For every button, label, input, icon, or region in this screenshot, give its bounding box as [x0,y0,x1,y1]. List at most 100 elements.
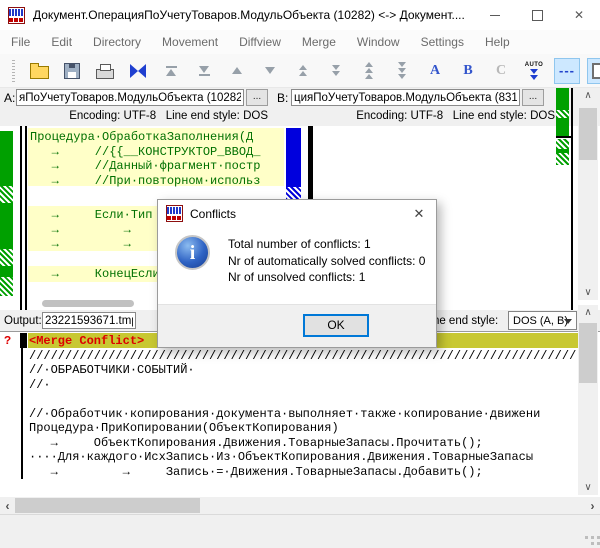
dialog-close-button[interactable]: ✕ [402,200,436,227]
menu-bar: File Edit Directory Movement Diffview Me… [0,30,600,54]
next-conflict-button[interactable] [323,58,349,84]
file-selector-row: A: ... B: ... [0,88,600,108]
scroll-left-arrow-icon[interactable]: ‹ [0,497,15,514]
menu-file[interactable]: File [11,35,30,49]
menu-edit[interactable]: Edit [51,35,72,49]
open-button[interactable] [26,58,52,84]
line-end-style-value: DOS (A, B) [513,315,568,327]
show-whitespace-characters-toggle[interactable]: --- [554,58,580,84]
scroll-right-arrow-icon[interactable]: › [585,497,600,514]
merge-line: ····Для·каждого·ИсхЗапись·Из·ОбъектКопир… [29,450,576,464]
pane-a-line: → //{{__КОНСТРУКТОР_ВВОД_ [30,145,283,159]
last-delta-icon [199,66,210,76]
prev-delta-icon [232,67,242,74]
printer-icon [96,69,114,79]
merge-line: //·Обработчик·копирования·документа·выпо… [29,407,576,421]
dialog-title-bar: Conflicts ✕ [158,200,436,227]
scroll-up-arrow-icon[interactable]: ∧ [578,88,598,103]
pane-a-border-line [20,126,22,310]
goto-first-delta-button[interactable] [158,58,184,84]
next-unsolved-conflict-icon [398,62,406,79]
next-conflict-icon [332,65,340,76]
dialog-footer: OK [158,304,436,347]
prev-delta-button[interactable] [224,58,250,84]
auto-solve-icon: AUTO [525,62,544,80]
merge-line: → → Запись·=·Движения.ТоварныеЗапасы.Доб… [29,465,576,479]
dialog-message: Total number of conflicts: 1 Nr of autom… [228,236,425,286]
next-delta-icon [265,67,275,74]
select-b-button[interactable]: B [455,58,481,84]
close-button[interactable]: ✕ [558,1,600,30]
merge-output-pane: ? <Merge Conflict> /////////////////////… [0,331,600,498]
output-filename-input[interactable] [42,312,136,329]
auto-solve-button[interactable]: AUTO [521,58,547,84]
print-button[interactable] [92,58,118,84]
merge-vertical-scrollbar[interactable]: ∧ ∨ [578,305,598,495]
conflicts-dialog: Conflicts ✕ i Total number of conflicts:… [157,199,437,348]
prev-conflict-button[interactable] [290,58,316,84]
merge-scroll-up-arrow-icon[interactable]: ∧ [578,305,598,320]
goto-current-delta-button[interactable] [125,58,151,84]
whitespace-dots-icon: --- [559,66,575,76]
merge-hscrollbar-thumb[interactable] [15,498,200,513]
kdiff3-app-icon [8,7,25,24]
menu-movement[interactable]: Movement [162,35,218,49]
merge-line: //·ОБРАБОТЧИКИ·СОБЫТИЙ· [29,363,576,377]
save-button[interactable] [59,58,85,84]
merge-line: //· [29,378,576,392]
next-unsolved-conflict-button[interactable] [389,58,415,84]
dialog-line-solved: Nr of automatically solved conflicts: 0 [228,253,425,270]
white-square-icon [592,63,600,79]
dialog-line-unsolved: Nr of unsolved conflicts: 1 [228,269,425,286]
pane-a-line: → //При·повторном·использ [30,174,283,188]
file-b-input[interactable] [291,89,520,106]
maximize-icon [532,10,543,21]
menu-directory[interactable]: Directory [93,35,141,49]
kdiff3-dialog-icon [166,205,183,222]
file-a-browse-button[interactable]: ... [246,89,268,106]
title-bar: Документ.ОперацияПоУчетуТоваров.МодульОб… [0,0,600,30]
info-icon: i [175,235,210,270]
menu-settings[interactable]: Settings [421,35,464,49]
prev-unsolved-conflict-button[interactable] [356,58,382,84]
dropdown-caret-icon [564,319,572,324]
file-b-browse-button[interactable]: ... [522,89,544,106]
kdiff3-window: Документ.ОперацияПоУчетуТоваров.МодульОб… [0,0,600,548]
menu-help[interactable]: Help [485,35,510,49]
prev-unsolved-conflict-icon [365,62,373,79]
select-a-button[interactable]: A [422,58,448,84]
first-delta-icon [166,66,177,76]
open-folder-icon [30,66,49,79]
diff-horizontal-scrollbar-thumb[interactable] [42,300,134,307]
dialog-line-total: Total number of conflicts: 1 [228,236,425,253]
select-c-icon: C [496,63,506,79]
select-c-button[interactable]: C [488,58,514,84]
file-a-input[interactable] [16,89,244,106]
pane-a-line: Процедура·ОбработкаЗаполнения(Д [30,130,283,144]
resize-grip[interactable] [585,536,588,539]
encoding-row: Encoding: UTF-8 Line end style: DOS Enco… [0,108,600,126]
ok-button[interactable]: OK [303,314,369,337]
select-a-icon: A [430,63,440,79]
maximize-button[interactable] [516,1,558,30]
minimize-button[interactable] [474,1,516,30]
merge-scrollbar-thumb[interactable] [579,323,597,383]
next-delta-button[interactable] [257,58,283,84]
merge-scroll-down-arrow-icon[interactable]: ∨ [578,480,598,495]
dialog-close-icon: ✕ [414,206,425,222]
scroll-down-arrow-icon[interactable]: ∨ [578,285,598,300]
toolbar-drag-handle[interactable] [12,60,15,82]
menu-merge[interactable]: Merge [302,35,336,49]
save-floppy-icon [64,63,80,79]
diff-scrollbar-thumb[interactable] [579,108,597,160]
line-end-style-select[interactable]: DOS (A, B) [508,311,577,330]
merge-horizontal-scrollbar[interactable]: ‹ › [0,497,600,514]
menu-window[interactable]: Window [357,35,400,49]
merge-line: → ОбъектКопирования.Движения.ТоварныеЗап… [29,436,576,450]
merge-line: Процедура·ПриКопировании(ОбъектКопирован… [29,421,576,435]
goto-last-delta-button[interactable] [191,58,217,84]
merge-summary-line [21,333,23,479]
menu-diffview[interactable]: Diffview [239,35,281,49]
show-whitespace-toggle[interactable] [587,58,600,84]
diff-vertical-scrollbar[interactable]: ∧ ∨ [578,88,598,300]
